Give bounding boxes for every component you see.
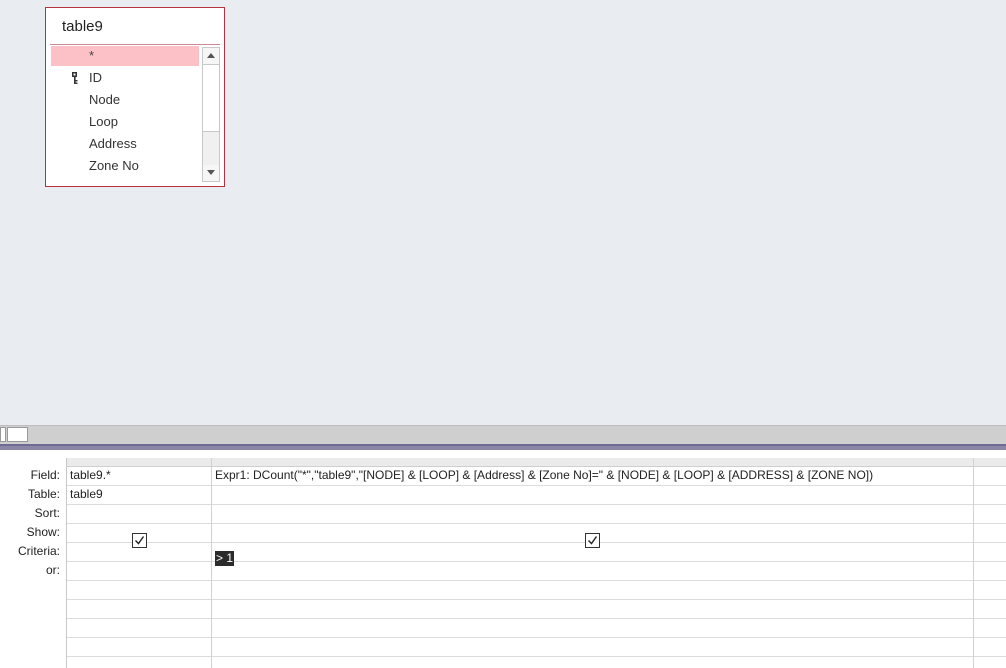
- grid-line: [67, 523, 1006, 524]
- field-item-zone-no[interactable]: Zone No: [51, 156, 199, 176]
- col1-table-cell[interactable]: table9: [70, 485, 103, 504]
- field-item-all[interactable]: *: [51, 46, 199, 66]
- scroll-up-button[interactable]: [203, 48, 219, 64]
- field-item-label: *: [89, 48, 95, 63]
- column-divider[interactable]: [973, 458, 974, 668]
- checkmark-icon: [588, 536, 598, 545]
- field-item-label: ID: [89, 70, 102, 85]
- row-label-criteria: Criteria:: [17, 544, 60, 558]
- upper-pane-horizontal-scrollbar[interactable]: [0, 425, 1006, 444]
- scroll-thumb[interactable]: [203, 64, 219, 132]
- row-label-table: Table:: [27, 487, 60, 501]
- grid-line: [67, 485, 1006, 486]
- col2-show-checkbox[interactable]: [585, 533, 600, 548]
- row-label-field: Field:: [30, 468, 60, 482]
- field-item-label: Node: [89, 92, 121, 107]
- grid-line: [67, 580, 1006, 581]
- row-labels: Field: Table: Sort: Show: Criteria: or:: [0, 450, 66, 668]
- title-divider: [50, 44, 220, 45]
- field-item-label: Address: [89, 136, 137, 151]
- row-label-sort: Sort:: [34, 506, 60, 520]
- col1-field-cell[interactable]: table9.*: [70, 466, 111, 485]
- col2-field-cell[interactable]: Expr1: DCount("*","table9","[NODE] & [LO…: [215, 466, 873, 485]
- table-window-title[interactable]: table9: [62, 18, 103, 35]
- field-item-label: Loop: [89, 114, 118, 129]
- field-item-address[interactable]: Address: [51, 134, 199, 154]
- field-item-loop[interactable]: Loop: [51, 112, 199, 132]
- chevron-up-icon: [207, 53, 215, 58]
- grid-line: [67, 637, 1006, 638]
- table9-field-list-window[interactable]: table9 * ID Node Loop Address Zone No: [45, 7, 225, 187]
- column-divider[interactable]: [211, 458, 212, 668]
- grid-line: [67, 561, 1006, 562]
- field-item-label: Zone No: [89, 158, 139, 173]
- query-design-grid-area: Field: Table: Sort: Show: Criteria: or: …: [0, 450, 1006, 668]
- field-list-scrollbar[interactable]: [202, 47, 220, 182]
- grid-line: [67, 618, 1006, 619]
- grid-line: [67, 656, 1006, 657]
- grid-line: [67, 504, 1006, 505]
- field-list: * ID Node Loop Address Zone No: [51, 46, 199, 186]
- query-grid: table9.* table9 Expr1: DCount("*","table…: [66, 458, 1006, 668]
- checkmark-icon: [135, 536, 145, 545]
- primary-key-icon: [71, 71, 79, 84]
- col2-criteria-cell[interactable]: > 1: [215, 551, 235, 566]
- row-label-show: Show:: [26, 525, 60, 539]
- horizontal-scroll-thumb[interactable]: [7, 427, 28, 442]
- grid-line: [67, 542, 1006, 543]
- chevron-down-icon: [207, 170, 215, 175]
- field-item-id[interactable]: ID: [51, 68, 199, 88]
- row-label-or: or:: [45, 563, 60, 577]
- scroll-left-button[interactable]: [0, 427, 6, 442]
- col1-show-checkbox[interactable]: [132, 533, 147, 548]
- scroll-down-button[interactable]: [203, 165, 219, 181]
- field-item-node[interactable]: Node: [51, 90, 199, 110]
- grid-line: [67, 599, 1006, 600]
